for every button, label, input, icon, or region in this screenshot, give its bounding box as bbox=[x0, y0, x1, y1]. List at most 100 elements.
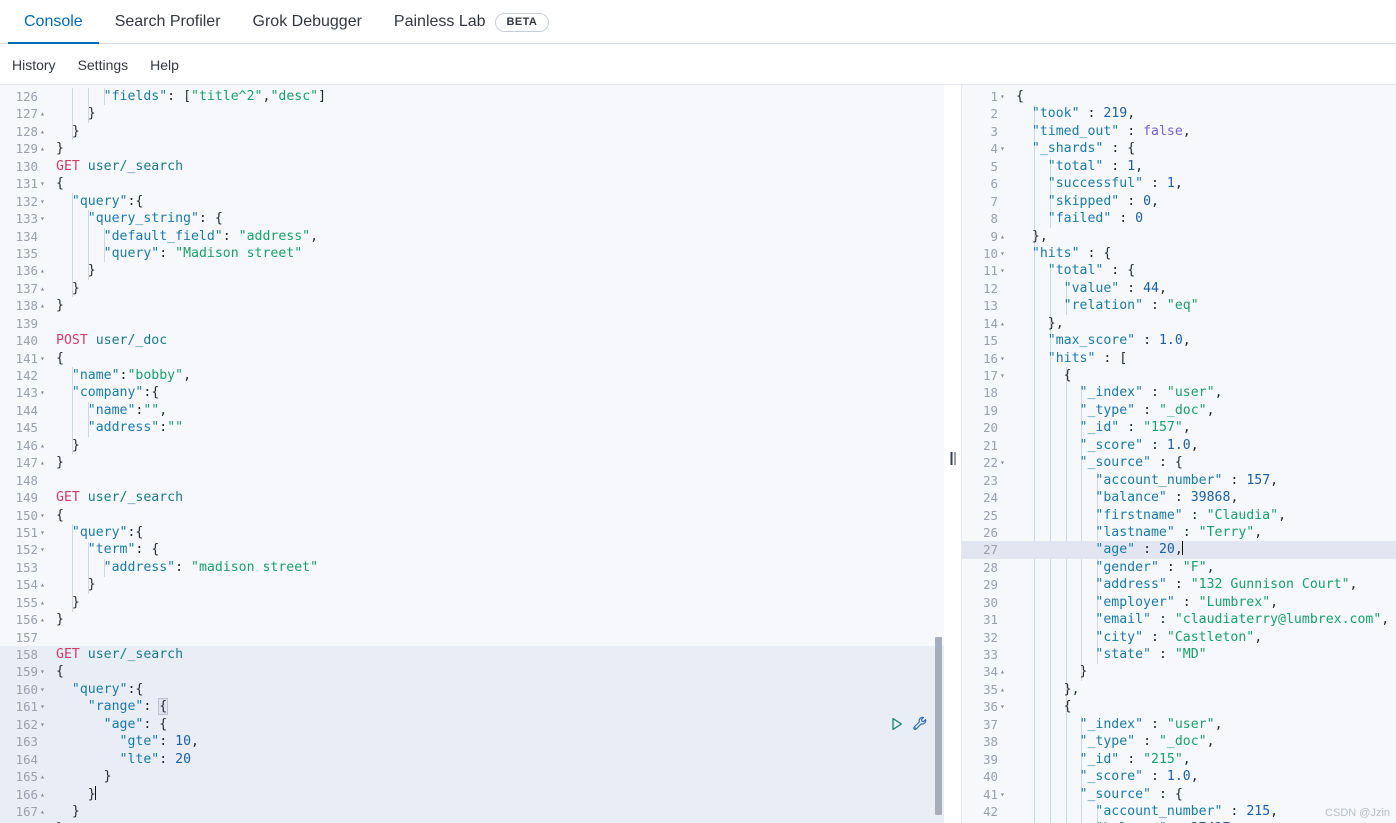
fold-open-icon[interactable]: ▾ bbox=[40, 663, 50, 680]
code-line[interactable]: 25 "firstname" : "Claudia", bbox=[962, 507, 1396, 524]
code-line[interactable]: 131 ▾ { bbox=[0, 175, 944, 192]
code-line[interactable]: 139 bbox=[0, 315, 944, 332]
code-line[interactable]: 24 "balance" : 39868, bbox=[962, 489, 1396, 506]
fold-open-icon[interactable]: ▾ bbox=[1000, 140, 1010, 157]
code-line[interactable]: 145 "address":"" bbox=[0, 419, 944, 436]
fold-close-icon[interactable]: ▴ bbox=[1000, 315, 1010, 332]
code-line[interactable]: 22 ▾ "_source" : { bbox=[962, 454, 1396, 471]
code-line[interactable]: 31 "email" : "claudiaterry@lumbrex.com", bbox=[962, 611, 1396, 628]
code-line[interactable]: 15 "max_score" : 1.0, bbox=[962, 332, 1396, 349]
code-line[interactable]: 14 ▴ }, bbox=[962, 315, 1396, 332]
code-line[interactable]: 30 "employer" : "Lumbrex", bbox=[962, 594, 1396, 611]
code-line[interactable]: 2 "took" : 219, bbox=[962, 105, 1396, 122]
code-line[interactable]: 26 "lastname" : "Terry", bbox=[962, 524, 1396, 541]
fold-open-icon[interactable]: ▾ bbox=[40, 175, 50, 192]
editor-code-area[interactable]: 126 "fields": ["title^2","desc"] 127 ▴ } 12… bbox=[0, 85, 944, 823]
code-line[interactable]: 159 ▾ { bbox=[0, 663, 944, 681]
fold-open-icon[interactable]: ▾ bbox=[1000, 350, 1010, 367]
fold-open-icon[interactable]: ▾ bbox=[1000, 88, 1010, 105]
code-line[interactable]: 5 "total" : 1, bbox=[962, 158, 1396, 175]
code-line[interactable]: 161 ▾ "range": { bbox=[0, 698, 944, 716]
fold-open-icon[interactable]: ▾ bbox=[40, 524, 50, 541]
fold-open-icon[interactable]: ▾ bbox=[40, 193, 50, 210]
code-line[interactable]: 142 "name":"bobby", bbox=[0, 367, 944, 384]
fold-open-icon[interactable]: ▾ bbox=[40, 541, 50, 558]
fold-close-icon[interactable]: ▴ bbox=[40, 611, 50, 628]
code-line[interactable]: 34 ▴ } bbox=[962, 663, 1396, 680]
code-line[interactable]: 21 "_score" : 1.0, bbox=[962, 437, 1396, 454]
code-line[interactable]: 150 ▾ { bbox=[0, 507, 944, 524]
code-line[interactable]: 158 GET user/_search bbox=[0, 646, 944, 664]
code-line[interactable]: 4 ▾ "_shards" : { bbox=[962, 140, 1396, 157]
code-line[interactable]: 167 ▴ } bbox=[0, 802, 944, 821]
play-icon[interactable] bbox=[890, 717, 904, 731]
fold-close-icon[interactable]: ▴ bbox=[40, 803, 50, 820]
code-line[interactable]: 126 "fields": ["title^2","desc"] bbox=[0, 88, 944, 105]
subnav-item-settings[interactable]: Settings bbox=[78, 57, 129, 73]
code-line[interactable]: 165 ▴ } bbox=[0, 768, 944, 786]
code-line[interactable]: 19 "_type" : "_doc", bbox=[962, 402, 1396, 419]
fold-close-icon[interactable]: ▴ bbox=[1000, 681, 1010, 698]
fold-close-icon[interactable]: ▴ bbox=[1000, 228, 1010, 245]
code-line[interactable]: 32 "city" : "Castleton", bbox=[962, 629, 1396, 646]
code-line[interactable]: 38 "_type" : "_doc", bbox=[962, 733, 1396, 750]
code-line[interactable]: 3 "timed_out" : false, bbox=[962, 123, 1396, 140]
code-line[interactable]: 17 ▾ { bbox=[962, 367, 1396, 384]
code-line[interactable]: 164 "lte": 20 bbox=[0, 750, 944, 769]
code-line[interactable]: 138 ▴} bbox=[0, 297, 944, 314]
code-line[interactable]: 27 "age" : 20, bbox=[962, 541, 1396, 559]
fold-close-icon[interactable]: ▴ bbox=[40, 594, 50, 611]
code-line[interactable]: 10 ▾ "hits" : { bbox=[962, 245, 1396, 262]
code-line[interactable]: 35 ▴ }, bbox=[962, 681, 1396, 698]
code-line[interactable]: 23 "account_number" : 157, bbox=[962, 472, 1396, 489]
fold-open-icon[interactable]: ▾ bbox=[40, 350, 50, 367]
code-line[interactable]: 8 "failed" : 0 bbox=[962, 210, 1396, 227]
code-line[interactable]: 156 ▴} bbox=[0, 611, 944, 628]
response-code-area[interactable]: 1 ▾{2 "took" : 219, 3 "timed_out" : false,… bbox=[962, 85, 1396, 823]
fold-close-icon[interactable]: ▴ bbox=[40, 140, 50, 157]
code-line[interactable]: 149 GET user/_search bbox=[0, 489, 944, 506]
code-line[interactable]: 36 ▾ { bbox=[962, 698, 1396, 715]
fold-close-icon[interactable]: ▴ bbox=[40, 105, 50, 122]
fold-open-icon[interactable]: ▾ bbox=[40, 210, 50, 227]
tab-console[interactable]: Console bbox=[8, 0, 99, 44]
fold-close-icon[interactable]: ▴ bbox=[40, 786, 50, 803]
code-line[interactable]: 127 ▴ } bbox=[0, 105, 944, 122]
fold-close-icon[interactable]: ▴ bbox=[40, 297, 50, 314]
code-line[interactable]: 7 "skipped" : 0, bbox=[962, 193, 1396, 210]
fold-open-icon[interactable]: ▾ bbox=[1000, 262, 1010, 279]
pane-splitter-handle[interactable] bbox=[950, 452, 956, 465]
fold-open-icon[interactable]: ▾ bbox=[40, 681, 50, 698]
code-line[interactable]: 28 "gender" : "F", bbox=[962, 559, 1396, 576]
code-line[interactable]: 16 ▾ "hits" : [ bbox=[962, 350, 1396, 367]
code-line[interactable]: 155 ▴ } bbox=[0, 594, 944, 611]
code-line[interactable]: 137 ▴ } bbox=[0, 280, 944, 297]
code-line[interactable]: 147 ▴} bbox=[0, 454, 944, 471]
code-line[interactable]: 133 ▾ "query_string": { bbox=[0, 210, 944, 227]
code-line[interactable]: 135 "query": "Madison street" bbox=[0, 245, 944, 262]
code-line[interactable]: 154 ▴ } bbox=[0, 576, 944, 593]
fold-close-icon[interactable]: ▴ bbox=[1000, 663, 1010, 680]
fold-open-icon[interactable]: ▾ bbox=[1000, 698, 1010, 715]
code-line[interactable]: 160 ▾ "query":{ bbox=[0, 680, 944, 699]
fold-open-icon[interactable]: ▾ bbox=[1000, 454, 1010, 471]
fold-open-icon[interactable]: ▾ bbox=[1000, 245, 1010, 262]
fold-close-icon[interactable]: ▴ bbox=[40, 454, 50, 471]
code-line[interactable]: 37 "_index" : "user", bbox=[962, 716, 1396, 733]
code-line[interactable]: 1 ▾ { bbox=[962, 88, 1396, 105]
code-line[interactable]: 130 GET user/_search bbox=[0, 158, 944, 175]
code-line[interactable]: 128 ▴ } bbox=[0, 123, 944, 140]
fold-close-icon[interactable]: ▴ bbox=[40, 280, 50, 297]
tab-search-profiler[interactable]: Search Profiler bbox=[99, 0, 237, 44]
fold-open-icon[interactable]: ▾ bbox=[40, 716, 50, 733]
subnav-item-history[interactable]: History bbox=[12, 57, 56, 73]
tab-painless-lab[interactable]: Painless Lab BETA bbox=[378, 0, 565, 44]
code-line[interactable]: 12 "value" : 44, bbox=[962, 280, 1396, 297]
code-line[interactable]: 33 "state" : "MD" bbox=[962, 646, 1396, 663]
code-line[interactable]: 20 "_id" : "157", bbox=[962, 419, 1396, 436]
code-line[interactable]: 9 ▴ }, bbox=[962, 228, 1396, 245]
code-line[interactable]: 146 ▴ } bbox=[0, 437, 944, 454]
code-line[interactable]: 129 ▴} bbox=[0, 140, 944, 157]
response-viewer-pane[interactable]: 1 ▾{2 "took" : 219, 3 "timed_out" : false,… bbox=[962, 85, 1396, 823]
code-line[interactable]: 152 ▾ "term": { bbox=[0, 541, 944, 558]
